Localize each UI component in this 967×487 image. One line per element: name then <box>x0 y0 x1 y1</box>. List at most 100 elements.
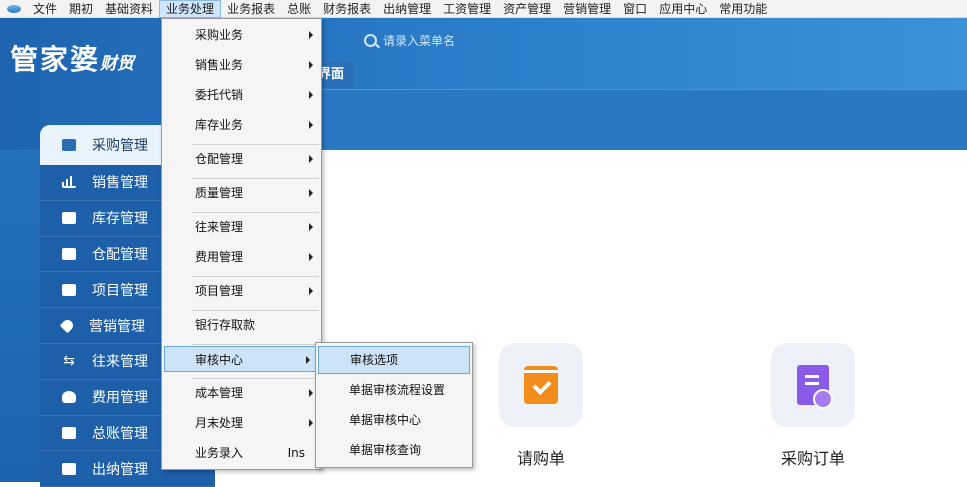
submenu-arrow-icon <box>309 31 313 39</box>
dropdown-item-audit-center[interactable]: 审核中心 <box>164 346 319 372</box>
dropdown-item-warehouse[interactable]: 仓配管理 <box>162 146 321 172</box>
dropdown-item-business-entry[interactable]: 业务录入 Ins <box>162 440 321 466</box>
dropdown-item-label: 月末处理 <box>195 416 244 430</box>
logo-sub: 财贸 <box>100 54 135 74</box>
card-purchase-order[interactable]: 采购订单 <box>771 343 855 469</box>
menu-business-processing[interactable]: 业务处理 <box>159 0 222 18</box>
menu-cashier[interactable]: 出纳管理 <box>377 0 437 18</box>
dropdown-item-purchase-business[interactable]: 采购业务 <box>162 22 321 48</box>
menu-separator <box>192 212 319 213</box>
sidebar-item-label: 费用管理 <box>92 390 148 407</box>
dropdown-item-label: 审核中心 <box>195 353 244 367</box>
dropdown-item-label: 项目管理 <box>195 284 244 298</box>
tag-icon <box>59 317 76 334</box>
folder-icon <box>62 283 76 296</box>
menu-app-center[interactable]: 应用中心 <box>653 0 713 18</box>
submenu-item-audit-workflow-settings[interactable]: 单据审核流程设置 <box>318 376 470 404</box>
sidebar-item-label: 销售管理 <box>92 175 148 192</box>
dropdown-item-label: 销售业务 <box>195 58 244 72</box>
menu-search[interactable]: 请录入菜单名 <box>364 32 455 49</box>
dropdown-item-label: 采购业务 <box>195 28 244 42</box>
submenu-arrow-icon <box>309 223 313 231</box>
dropdown-item-label: 库存业务 <box>195 118 244 132</box>
purchase-order-icon <box>797 365 833 409</box>
dropdown-item-label: 质量管理 <box>195 186 244 200</box>
submenu-arrow-icon <box>309 61 313 69</box>
dropdown-item-inventory-business[interactable]: 库存业务 <box>162 112 321 138</box>
menu-basic-data[interactable]: 基础资料 <box>99 0 159 18</box>
dropdown-item-label: 委托代销 <box>195 88 244 102</box>
dropdown-item-month-end[interactable]: 月末处理 <box>162 410 321 436</box>
dropdown-item-sales-business[interactable]: 销售业务 <box>162 52 321 78</box>
submenu-arrow-icon <box>306 356 310 364</box>
cart-icon <box>62 212 76 225</box>
dropdown-item-consignment[interactable]: 委托代销 <box>162 82 321 108</box>
search-input[interactable]: 请录入菜单名 <box>383 32 455 49</box>
wallet-icon <box>62 426 76 439</box>
submenu-arrow-icon <box>309 189 313 197</box>
dropdown-item-label: 业务录入 <box>195 446 244 460</box>
dropdown-item-project[interactable]: 项目管理 <box>162 278 321 304</box>
dropdown-item-accounts[interactable]: 往来管理 <box>162 214 321 240</box>
menu-separator <box>192 378 319 379</box>
dropdown-item-expense[interactable]: 费用管理 <box>162 244 321 270</box>
submenu-item-document-audit-query[interactable]: 单据审核查询 <box>318 436 470 464</box>
requisition-icon <box>524 366 558 404</box>
menubar: 文件 期初 基础资料 业务处理 业务报表 总账 财务报表 出纳管理 工资管理 资… <box>0 0 967 18</box>
dropdown-item-bank-deposit[interactable]: 银行存取款 <box>162 312 321 338</box>
menu-financial-reports[interactable]: 财务报表 <box>317 0 377 18</box>
submenu-item-document-audit-center[interactable]: 单据审核中心 <box>318 406 470 434</box>
submenu-arrow-icon <box>309 91 313 99</box>
menu-business-reports[interactable]: 业务报表 <box>221 0 281 18</box>
box-icon <box>62 247 76 260</box>
menu-separator <box>192 178 319 179</box>
sidebar-item-label: 采购管理 <box>92 138 148 154</box>
dropdown-item-label: 往来管理 <box>195 220 244 234</box>
business-processing-dropdown: 采购业务 销售业务 委托代销 库存业务 仓配管理 质量管理 往来管理 费用管理 … <box>161 18 322 470</box>
submenu-arrow-icon <box>309 253 313 261</box>
menu-separator <box>192 276 319 277</box>
card-label: 采购订单 <box>780 449 845 468</box>
menu-general-ledger[interactable]: 总账 <box>281 0 317 18</box>
audit-center-submenu: 审核选项 单据审核流程设置 单据审核中心 单据审核查询 <box>315 342 473 468</box>
swap-icon: ⇆ <box>63 353 75 370</box>
menu-file[interactable]: 文件 <box>27 0 63 18</box>
submenu-item-audit-options[interactable]: 审核选项 <box>318 346 470 374</box>
logo-main: 管家婆 <box>10 43 101 76</box>
submenu-arrow-icon <box>309 121 313 129</box>
dropdown-item-quality[interactable]: 质量管理 <box>162 180 321 206</box>
menu-opening[interactable]: 期初 <box>63 0 99 18</box>
shortcut-key: Ins <box>287 446 305 460</box>
tab-strip <box>214 89 967 150</box>
sidebar-item-label: 往来管理 <box>92 354 148 371</box>
sidebar-item-label: 营销管理 <box>89 318 145 335</box>
sidebar-item-label: 库存管理 <box>92 211 148 228</box>
dropdown-item-label: 银行存取款 <box>195 318 256 332</box>
cashier-icon <box>62 462 76 475</box>
app-icon[interactable] <box>7 4 21 13</box>
menu-separator <box>192 144 319 145</box>
submenu-arrow-icon <box>309 287 313 295</box>
basket-icon <box>62 139 76 151</box>
money-bag-icon <box>62 391 76 404</box>
menu-window[interactable]: 窗口 <box>617 0 653 18</box>
dropdown-item-label: 成本管理 <box>195 386 244 400</box>
submenu-arrow-icon <box>309 155 313 163</box>
dropdown-item-label: 仓配管理 <box>195 152 244 166</box>
card-icon-box <box>499 343 583 427</box>
menu-separator <box>192 344 319 345</box>
dropdown-item-cost[interactable]: 成本管理 <box>162 380 321 406</box>
bar-chart-icon <box>62 176 76 189</box>
menu-common-functions[interactable]: 常用功能 <box>713 0 773 18</box>
dropdown-item-label: 费用管理 <box>195 250 244 264</box>
menu-assets[interactable]: 资产管理 <box>497 0 557 18</box>
card-icon-box <box>771 343 855 427</box>
menu-marketing[interactable]: 营销管理 <box>557 0 617 18</box>
card-requisition[interactable]: 请购单 <box>499 343 583 469</box>
sidebar-item-label: 出纳管理 <box>92 461 148 478</box>
card-label: 请购单 <box>516 449 565 468</box>
sidebar-item-label: 项目管理 <box>92 282 148 299</box>
search-icon <box>364 34 377 47</box>
logo: 管家婆财贸 <box>10 38 134 78</box>
menu-payroll[interactable]: 工资管理 <box>437 0 497 18</box>
